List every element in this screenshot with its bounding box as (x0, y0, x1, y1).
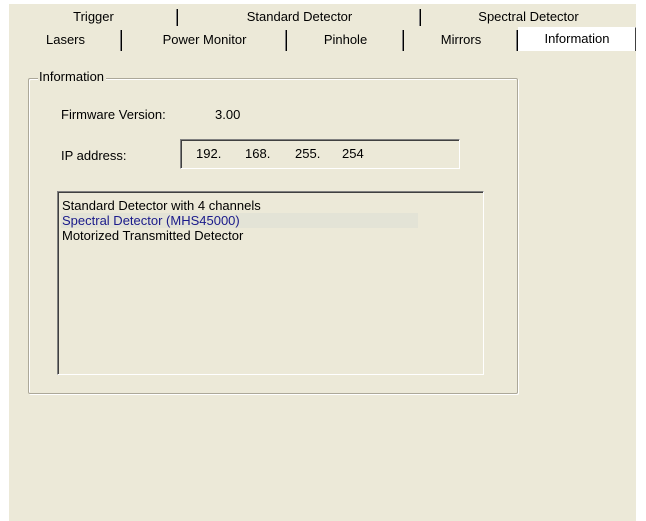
tab-mirrors[interactable]: Mirrors (404, 29, 518, 51)
tab-pinhole[interactable]: Pinhole (287, 29, 404, 51)
groupbox-title: Information (38, 69, 107, 85)
tab-power-monitor[interactable]: Power Monitor (122, 29, 287, 51)
ip-octet-1: 192. (196, 146, 222, 161)
firmware-version-label: Firmware Version: (61, 107, 166, 122)
ip-address-field[interactable]: 192. 168. 255. 254 (180, 139, 460, 169)
ip-octet-4: 254 (342, 146, 364, 161)
tab-lasers[interactable]: Lasers (9, 29, 122, 51)
ip-octet-3: 255. (295, 146, 321, 161)
detector-list[interactable]: Standard Detector with 4 channels Spectr… (57, 191, 484, 375)
tab-standard-detector[interactable]: Standard Detector (178, 8, 421, 26)
list-item[interactable]: Spectral Detector (MHS45000) (61, 213, 418, 228)
tab-trigger[interactable]: Trigger (9, 8, 178, 26)
list-item[interactable]: Motorized Transmitted Detector (61, 228, 243, 243)
tab-row-front: Lasers Power Monitor Pinhole Mirrors Inf… (9, 27, 636, 51)
firmware-version-value: 3.00 (215, 107, 241, 122)
tab-row-back: Trigger Standard Detector Spectral Detec… (9, 8, 636, 26)
list-item[interactable]: Standard Detector with 4 channels (61, 198, 261, 213)
tab-spectral-detector[interactable]: Spectral Detector (421, 8, 636, 26)
tab-information[interactable]: Information (518, 27, 636, 51)
ip-address-label: IP address: (61, 148, 127, 163)
ip-octet-2: 168. (245, 146, 271, 161)
